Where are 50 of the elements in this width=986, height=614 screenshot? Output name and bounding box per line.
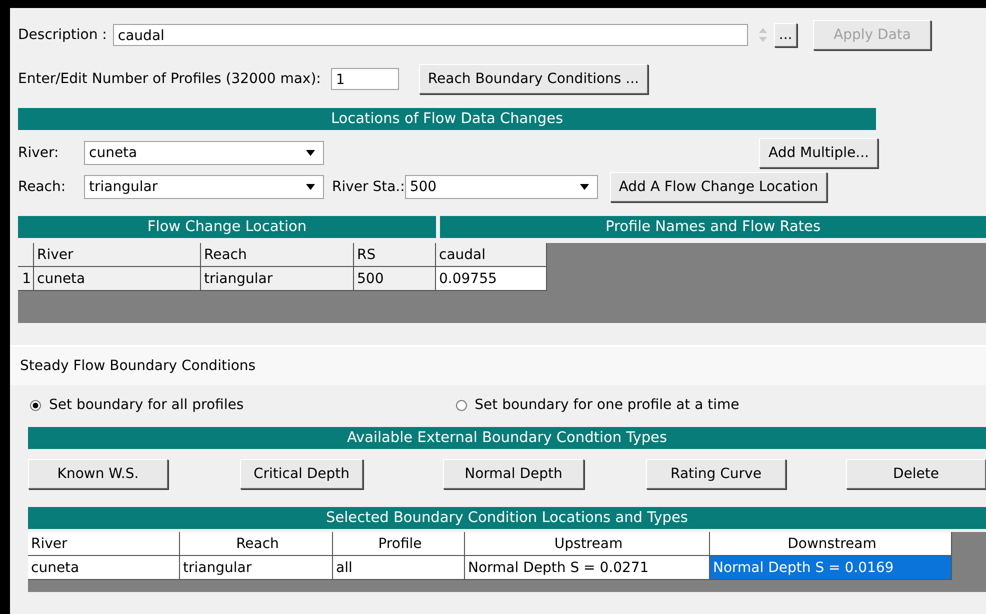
table-header: Flow Change Location: [18, 216, 436, 238]
add-location-button[interactable]: Add A Flow Change Location: [610, 172, 828, 202]
river-station-dropdown[interactable]: 500: [404, 174, 598, 198]
description-field[interactable]: caudal: [112, 24, 748, 46]
column-header: RS: [354, 243, 436, 267]
boundary-type-button[interactable]: Known W.S.: [28, 459, 168, 489]
reach-boundary-button[interactable]: Reach Boundary Conditions ...: [418, 64, 648, 94]
river-label: River:: [18, 144, 60, 160]
boundary-type-button[interactable]: Critical Depth: [240, 459, 363, 489]
column-header: Reach: [180, 532, 333, 556]
table-cell: cuneta: [34, 267, 201, 291]
column-header: Upstream: [465, 532, 710, 556]
dropdown-arrow-icon: [580, 184, 589, 190]
column-header: Profile: [333, 532, 465, 556]
profiles-field[interactable]: 1: [330, 68, 399, 90]
radio-option[interactable]: Set boundary for all profiles: [30, 397, 244, 413]
section-header: Locations of Flow Data Changes: [18, 108, 876, 130]
add-multiple-button[interactable]: Add Multiple...: [759, 138, 878, 168]
river-station-label: River Sta.:: [332, 178, 405, 194]
reach-dropdown[interactable]: triangular: [84, 174, 324, 198]
table-cell[interactable]: all: [333, 556, 465, 580]
table-cell: triangular: [201, 267, 354, 291]
table-header: Profile Names and Flow Rates: [440, 216, 986, 238]
column-header: Reach: [201, 243, 354, 267]
dropdown-arrow-icon: [306, 184, 315, 190]
table-cell: 0.09755: [436, 267, 547, 291]
column-header: River: [28, 532, 180, 556]
dropdown-arrow-icon: [306, 150, 315, 156]
river-dropdown[interactable]: cuneta: [84, 140, 324, 164]
table-cell[interactable]: Normal Depth S = 0.0271: [465, 556, 710, 580]
column-header: caudal: [436, 243, 547, 267]
section-header: Available External Boundary Condtion Types: [28, 427, 986, 449]
reach-label: Reach:: [18, 178, 67, 194]
column-header: River: [34, 243, 201, 267]
table-cell[interactable]: triangular: [180, 556, 333, 580]
table-cell[interactable]: cuneta: [28, 556, 180, 580]
table-cell: 500: [354, 267, 436, 291]
radio-option[interactable]: Set boundary for one profile at a time: [456, 397, 740, 413]
description-label: Description :: [18, 27, 107, 43]
browse-button[interactable]: ...: [774, 23, 798, 47]
spinner-icon[interactable]: [758, 26, 768, 44]
boundary-type-button[interactable]: Rating Curve: [646, 459, 786, 489]
column-header: Downstream: [710, 532, 952, 556]
profiles-label: Enter/Edit Number of Profiles (32000 max):: [18, 71, 321, 87]
section-header: Selected Boundary Condition Locations and Types: [28, 507, 986, 529]
table-cell[interactable]: Normal Depth S = 0.0169: [710, 556, 952, 580]
row-number: 1: [18, 267, 34, 291]
dialog-title: Steady Flow Boundary Conditions: [10, 347, 986, 385]
boundary-type-button[interactable]: Delete: [846, 459, 986, 489]
boundary-type-button[interactable]: Normal Depth: [443, 459, 584, 489]
